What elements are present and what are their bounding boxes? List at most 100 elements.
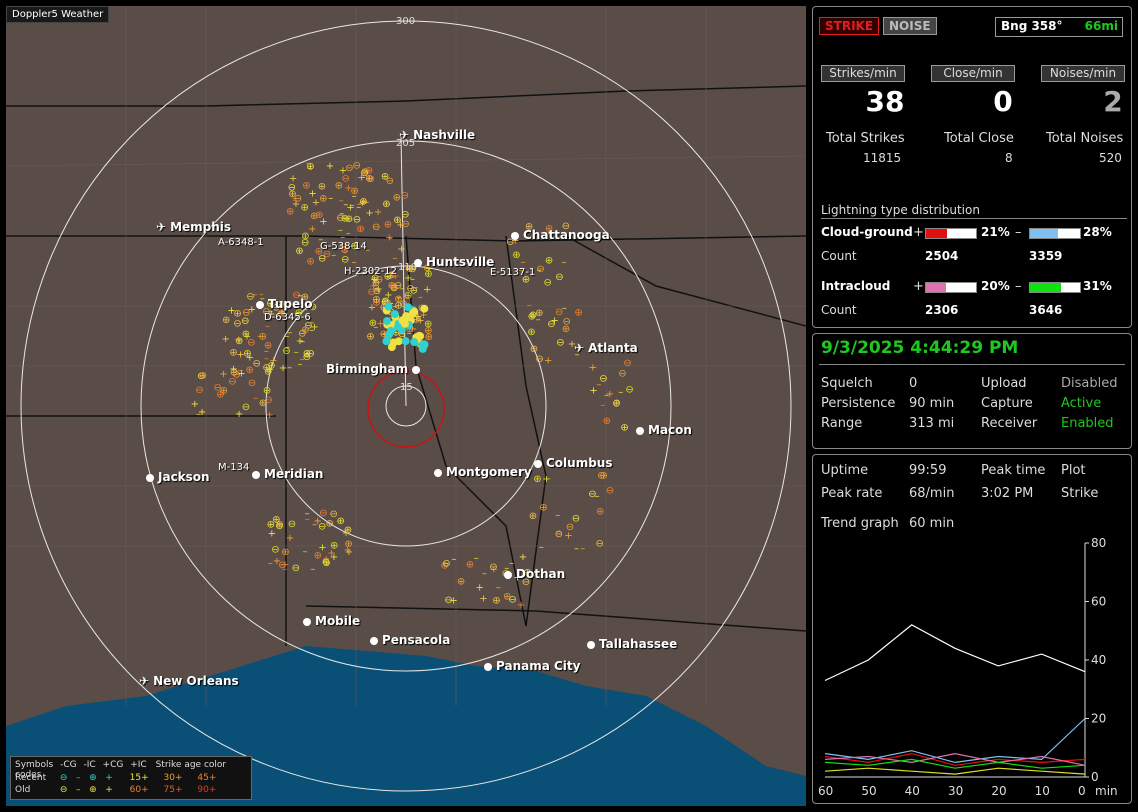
- strike-marker: ⊖: [288, 183, 296, 194]
- strike-marker: +: [286, 533, 294, 544]
- strike-marker: –: [474, 553, 479, 564]
- peak-rate-label: Peak rate: [821, 486, 883, 501]
- strike-marker: ⊕: [545, 256, 553, 267]
- city-tallahassee: Tallahassee: [587, 637, 677, 651]
- strike-marker: +: [326, 161, 334, 172]
- strike-marker: [390, 310, 399, 319]
- city-dot-icon: [587, 641, 595, 649]
- trend-series-line: [824, 624, 1086, 682]
- strike-button[interactable]: STRIKE: [819, 17, 880, 35]
- x-tick-label: 10: [1035, 784, 1050, 798]
- strike-marker: +: [246, 352, 254, 363]
- total-close-label: Total Close: [944, 131, 1014, 146]
- strike-marker: –: [527, 300, 532, 311]
- squelch-value: 0: [909, 376, 918, 391]
- storm-label[interactable]: E-5137-1: [490, 267, 535, 278]
- ic-negative-bar: [1029, 282, 1081, 293]
- ic-positive-count: 2306: [925, 303, 959, 317]
- legend-old-label: Old: [15, 785, 31, 795]
- city-dot-icon: [252, 471, 260, 479]
- strike-marker: +: [265, 410, 273, 421]
- trend-graph-value[interactable]: 60 min: [909, 516, 954, 531]
- strike-marker: –: [305, 514, 310, 525]
- strike-marker: +: [517, 600, 525, 611]
- bearing-box: Bng 358° 66mi: [995, 17, 1123, 37]
- strike-marker: –: [407, 328, 412, 339]
- strike-marker: –: [496, 583, 501, 594]
- ic-positive-pct: 20%: [981, 279, 1010, 293]
- map-graphics: ⊕––⊕⊖–⊕⊖⊕––⊕+⊕+⊖⊖⊕–+⊖+⊖–⊖⊖+–⊕⊕⊖⊖⊕⊕––⊖⊕+–…: [6, 6, 806, 806]
- strike-marker: +: [564, 531, 572, 542]
- strike-marker: –: [482, 569, 487, 580]
- strike-marker: ⊖: [282, 346, 290, 357]
- city-dot-icon: [303, 618, 311, 626]
- storm-label[interactable]: M-134: [218, 462, 249, 473]
- strike-marker: +: [191, 399, 199, 410]
- total-noises-label: Total Noises: [1046, 131, 1124, 146]
- strike-marker: [384, 302, 393, 311]
- airport-icon: ✈: [156, 220, 167, 234]
- strike-marker: +: [308, 188, 316, 199]
- city-memphis: ✈ Memphis: [156, 220, 232, 234]
- city-dot-icon: [434, 469, 442, 477]
- legend-header: -CG: [60, 760, 77, 770]
- strike-marker: ⊕: [235, 336, 243, 347]
- strike-marker: +: [314, 516, 322, 527]
- persistence-value: 90 min: [909, 396, 955, 411]
- city-pensacola: Pensacola: [370, 633, 450, 647]
- strike-marker: +: [236, 350, 244, 361]
- strike-marker: –: [580, 544, 585, 555]
- y-tick-label: 80: [1091, 536, 1106, 550]
- x-tick-label: 40: [905, 784, 920, 798]
- persistence-label: Persistence: [821, 396, 896, 411]
- strike-marker: ⊖: [401, 219, 409, 230]
- strike-marker: ⊖: [618, 369, 626, 380]
- legend-age: 75+: [163, 785, 183, 795]
- storm-label[interactable]: H-2302-12: [344, 266, 397, 277]
- strike-marker: ⊕: [315, 210, 323, 221]
- trend-chart: 80604020060 50 40 30 20 10 0 min: [818, 536, 1118, 798]
- noise-button[interactable]: NOISE: [883, 17, 937, 35]
- strike-marker: ⊕: [382, 199, 390, 210]
- lightning-map[interactable]: ⊕ – – ⊕ ⊖ – ⊕ ⊖ ⊕ – – ⊕ + ⊕ + ⊖ ⊖ ⊕ – + ⊖ + ⊖ – ⊖ ⊖ + – ⊕ ⊕ ⊖ ⊖ ⊕ ⊕ – – ⊖ ⊕ + –…: [6, 6, 806, 806]
- city-dot-icon: [636, 427, 644, 435]
- cg-positive-count: 2504: [925, 249, 959, 263]
- cloud-ground-label: Cloud-ground: [821, 225, 913, 239]
- strikes-min-value: 38: [865, 85, 905, 118]
- strike-marker: ⊖: [535, 354, 543, 365]
- storm-label[interactable]: D-6345-6: [264, 312, 311, 323]
- strike-marker: –: [600, 400, 605, 411]
- city-dot-icon: [504, 571, 512, 579]
- bearing-value: Bng 358°: [1001, 19, 1063, 33]
- strike-marker: –: [310, 564, 315, 575]
- strike-marker: +: [330, 552, 338, 563]
- plot-value[interactable]: Strike: [1061, 486, 1098, 501]
- storm-label[interactable]: A-6348-1: [218, 237, 264, 248]
- strike-marker: ⊕: [306, 257, 314, 268]
- storm-label[interactable]: G-538-14: [320, 241, 367, 252]
- distance-value: 66mi: [1084, 19, 1118, 33]
- receiver-value: Enabled: [1061, 416, 1114, 431]
- strike-marker: [383, 317, 391, 326]
- strike-marker: +: [365, 208, 373, 219]
- city-columbus: Columbus: [534, 456, 613, 470]
- ic-negative-count: 3646: [1029, 303, 1063, 317]
- strike-marker: ⊕: [222, 315, 230, 326]
- strike-marker: –: [556, 527, 561, 538]
- strike-marker: [387, 326, 395, 335]
- squelch-label: Squelch: [821, 376, 873, 391]
- strike-marker: [410, 338, 419, 347]
- strike-marker: ⊖: [544, 278, 552, 289]
- strike-marker: ⊖: [341, 255, 349, 266]
- city-new-orleans: ✈ New Orleans: [139, 674, 239, 688]
- strike-marker: ⊖: [606, 486, 614, 497]
- strike-marker: –: [306, 158, 311, 169]
- legend-age: 60+: [129, 785, 149, 795]
- x-tick-label: 50: [861, 784, 876, 798]
- strike-marker: –: [309, 325, 314, 336]
- strike-marker: ⊕: [596, 507, 604, 518]
- city-dot-icon: [511, 232, 519, 240]
- plot-label: Plot: [1061, 463, 1086, 478]
- uptime-label: Uptime: [821, 463, 869, 478]
- strike-marker: –: [339, 196, 344, 207]
